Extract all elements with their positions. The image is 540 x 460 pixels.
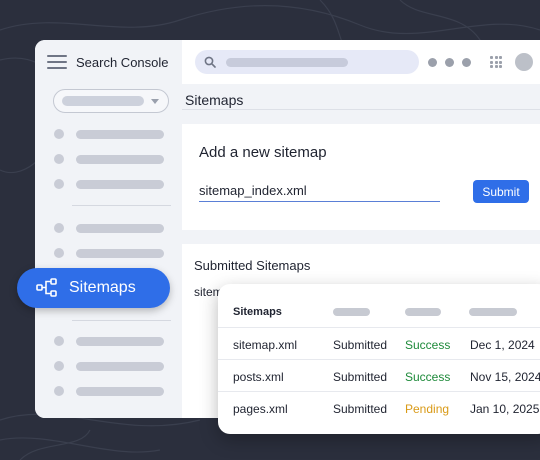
app-title: Search Console [76, 54, 169, 70]
chevron-down-icon [151, 99, 159, 104]
sidebar-divider [72, 320, 171, 321]
add-sitemap-heading: Add a new sitemap [199, 144, 327, 161]
sidebar-item-sitemaps[interactable]: Sitemaps [17, 268, 170, 308]
sitemap-name: pages.xml [233, 402, 288, 416]
sitemap-date: Nov 15, 2024 [470, 370, 540, 384]
sitemap-type: Submitted [333, 370, 388, 384]
table-row[interactable]: pages.xml Submitted Pending Jan 10, 2025 [218, 392, 540, 424]
avatar[interactable] [515, 53, 533, 71]
sidebar-item[interactable] [54, 179, 164, 189]
sidebar-item[interactable] [54, 336, 164, 346]
sidebar-item[interactable] [54, 154, 164, 164]
search-placeholder [226, 57, 348, 67]
sidebar-item[interactable] [54, 223, 164, 233]
column-header-status [405, 308, 441, 316]
sitemap-name: sitemap.xml [233, 338, 298, 352]
submitted-sitemaps-heading: Submitted Sitemaps [194, 258, 311, 273]
sitemap-tree-icon [36, 278, 57, 297]
sidebar-item[interactable] [54, 386, 164, 396]
submit-button[interactable]: Submit [473, 180, 529, 203]
menu-icon[interactable] [47, 55, 67, 69]
column-header-date [469, 308, 517, 316]
status-badge: Success [405, 370, 451, 384]
app-header: Search Console [35, 40, 182, 84]
sitemap-name: posts.xml [233, 370, 284, 384]
sidebar-item[interactable] [54, 248, 164, 258]
apps-grid-icon[interactable] [490, 56, 502, 68]
page-title: Sitemaps [185, 92, 244, 108]
column-header-type [333, 308, 370, 316]
sitemap-type: Submitted [333, 402, 388, 416]
search-input[interactable] [195, 50, 419, 74]
search-icon [204, 56, 216, 68]
status-badge: Pending [405, 402, 450, 416]
property-name-placeholder [62, 96, 144, 106]
table-row[interactable]: posts.xml Submitted Success Nov 15, 2024 [218, 360, 540, 392]
sitemaps-table: Sitemaps sitemap.xml Submitted Success D… [218, 284, 540, 434]
sidebar-item[interactable] [54, 129, 164, 139]
table-row[interactable]: sitemap.xml Submitted Success Dec 1, 202… [218, 328, 540, 360]
title-divider [182, 109, 540, 110]
sidebar-divider [72, 205, 171, 206]
status-badge: Success [405, 338, 451, 352]
sitemap-type: Submitted [333, 338, 388, 352]
add-sitemap-card: Add a new sitemap Submit [182, 124, 540, 230]
column-header-sitemaps: Sitemaps [233, 306, 282, 318]
sitemap-date: Dec 1, 2024 [470, 338, 535, 352]
sitemap-url-input[interactable] [199, 180, 440, 202]
sidebar-item[interactable] [54, 361, 164, 371]
sidebar: Search Console [35, 40, 182, 418]
sidebar-item-label: Sitemaps [69, 279, 136, 296]
property-selector[interactable] [53, 89, 169, 113]
sitemap-date: Jan 10, 2025 [470, 402, 540, 416]
